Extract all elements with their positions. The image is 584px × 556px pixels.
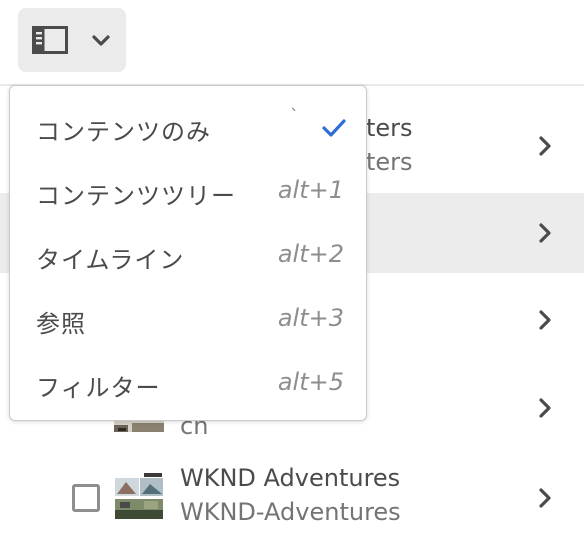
- menu-item-label: コンテンツツリー: [36, 182, 236, 210]
- menu-item-content-only[interactable]: コンテンツのみ `: [10, 94, 366, 158]
- menu-item-shortcut: alt+2: [277, 240, 344, 268]
- menu-item-filter[interactable]: フィルター alt+5: [10, 350, 366, 414]
- row-title: ters: [366, 114, 413, 142]
- menu-item-timeline[interactable]: タイムライン alt+2: [10, 222, 366, 286]
- menu-item-label: フィルター: [36, 374, 161, 402]
- chevron-right-icon[interactable]: [536, 221, 554, 245]
- chevron-right-icon[interactable]: [536, 486, 554, 510]
- select-checkbox[interactable]: [72, 484, 100, 512]
- chevron-down-icon: [92, 35, 110, 46]
- chevron-right-icon[interactable]: [536, 134, 554, 158]
- chevron-right-icon[interactable]: [536, 396, 554, 420]
- menu-item-shortcut: alt+3: [277, 304, 344, 332]
- menu-item-label: 参照: [36, 310, 86, 338]
- row-title: WKND Adventures: [180, 464, 401, 492]
- menu-item-shortcut: `: [290, 106, 299, 127]
- list-item-wknd-adventures[interactable]: WKND Adventures WKND-Adventures: [0, 456, 584, 536]
- view-switcher-menu: コンテンツのみ ` コンテンツツリー alt+1 タイムライン alt+2 参照…: [9, 85, 367, 421]
- menu-item-label: タイムライン: [36, 246, 185, 274]
- rail-icon: [32, 26, 68, 54]
- menu-item-shortcut: alt+5: [277, 368, 344, 396]
- view-switcher-button[interactable]: [18, 8, 126, 72]
- menu-item-label: コンテンツのみ: [36, 118, 211, 146]
- checkmark-icon: [322, 119, 346, 137]
- assets-page: ters ters cn WKND Adventures WKND-Advent…: [0, 0, 584, 556]
- menu-item-references[interactable]: 参照 alt+3: [10, 286, 366, 350]
- menu-item-shortcut: alt+1: [277, 176, 344, 204]
- row-subtitle: ters: [366, 148, 413, 176]
- thumbnail-image: [114, 472, 164, 520]
- chevron-right-icon[interactable]: [536, 308, 554, 332]
- row-subtitle: WKND-Adventures: [180, 498, 401, 526]
- menu-item-content-tree[interactable]: コンテンツツリー alt+1: [10, 158, 366, 222]
